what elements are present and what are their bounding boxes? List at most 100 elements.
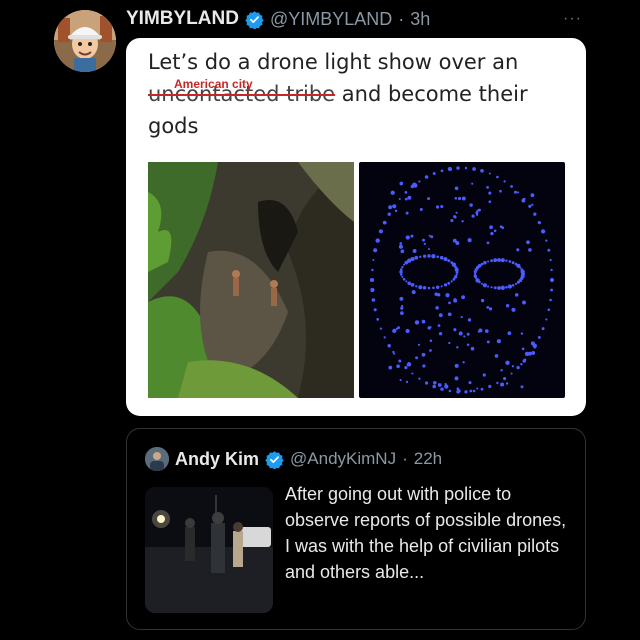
drone-light-dot xyxy=(410,257,415,262)
drone-light-dot xyxy=(500,258,505,263)
drone-light-dot xyxy=(494,354,499,358)
drone-light-dot xyxy=(455,241,460,246)
drone-light-dot xyxy=(439,255,444,260)
post-timestamp[interactable]: 3h xyxy=(410,9,430,30)
drone-light-dot xyxy=(486,186,489,189)
drone-light-dot xyxy=(407,281,411,286)
drone-light-dot xyxy=(440,169,444,173)
drone-light-dot xyxy=(414,255,419,260)
drone-light-dot xyxy=(415,285,418,288)
drone-light-show-face xyxy=(359,162,565,398)
drone-light-dot xyxy=(433,381,437,385)
drone-light-dot xyxy=(493,229,497,233)
drone-light-dot xyxy=(514,293,519,297)
drone-light-dot xyxy=(458,196,462,201)
drone-light-dot xyxy=(490,286,493,289)
drone-light-dot xyxy=(392,328,397,334)
drone-light-dot xyxy=(470,346,475,351)
drone-light-dot xyxy=(399,296,404,301)
drone-light-dot xyxy=(411,290,416,295)
drone-light-dot xyxy=(435,205,440,209)
drone-light-dot xyxy=(394,209,398,213)
drone-light-dot xyxy=(500,368,503,372)
drone-light-dot xyxy=(499,189,502,193)
author-handle[interactable]: @YIMBYLAND xyxy=(270,9,392,30)
drone-light-dot xyxy=(486,306,490,309)
quoted-author-name[interactable]: Andy Kim xyxy=(175,449,259,470)
drone-light-dot xyxy=(453,328,457,332)
drone-light-dot xyxy=(550,288,554,292)
drone-light-dot xyxy=(410,283,415,287)
post-header: YIMBYLAND @YIMBYLAND · 3h xyxy=(126,6,430,32)
drone-light-dot xyxy=(505,259,508,262)
drone-light-dot xyxy=(401,265,404,269)
drone-light-dot xyxy=(447,259,451,263)
drone-light-dot xyxy=(429,339,433,343)
drone-light-dot xyxy=(405,211,409,215)
drone-light-dot xyxy=(507,331,512,336)
drone-light-dot xyxy=(392,204,397,209)
night-photo-people-roadside[interactable] xyxy=(145,487,273,613)
drone-light-dot xyxy=(412,182,417,187)
drone-light-dot xyxy=(468,381,472,385)
drone-light-dot xyxy=(456,346,459,349)
drone-light-dot xyxy=(533,346,537,349)
drone-light-dot xyxy=(478,328,483,333)
author-display-name[interactable]: YIMBYLAND xyxy=(126,8,239,30)
drone-light-dot xyxy=(400,249,405,254)
drone-light-dot xyxy=(476,213,479,216)
drone-light-dot xyxy=(438,313,443,318)
drone-light-dot xyxy=(429,349,432,352)
drone-light-dot xyxy=(511,307,516,312)
drone-light-dot xyxy=(419,255,422,258)
meme-line-3: gods xyxy=(148,114,199,138)
quoted-post[interactable]: Andy Kim @AndyKimNJ · 22h After going ou… xyxy=(126,428,586,630)
drone-light-dot xyxy=(547,308,551,312)
drone-light-dot xyxy=(461,196,466,201)
author-avatar[interactable] xyxy=(54,10,116,72)
drone-light-dot xyxy=(400,268,403,271)
drone-light-dot xyxy=(499,225,503,229)
drone-light-dot xyxy=(516,280,520,284)
drone-light-dot xyxy=(497,286,501,290)
drone-light-dot xyxy=(521,347,525,351)
quoted-post-timestamp[interactable]: 22h xyxy=(414,449,442,469)
meme-line-2: American city uncontacted tribe and becom… xyxy=(148,77,568,110)
drone-light-dot xyxy=(422,254,427,258)
drone-light-dot xyxy=(520,385,524,389)
meme-image[interactable]: Let’s do a drone light show over an Amer… xyxy=(126,38,586,416)
drone-light-dot xyxy=(454,363,459,368)
drone-light-dot xyxy=(423,242,426,246)
drone-light-dot xyxy=(522,300,526,305)
drone-light-dot xyxy=(516,248,520,252)
drone-light-dot xyxy=(445,293,450,298)
drone-light-dot xyxy=(453,215,457,219)
drone-light-dot xyxy=(421,352,426,357)
drone-light-dot xyxy=(476,387,479,390)
drone-light-dot xyxy=(431,254,436,259)
drone-light-dot xyxy=(500,382,505,387)
drone-light-dot xyxy=(432,172,436,175)
verified-badge-icon xyxy=(245,10,264,30)
tweet[interactable]: YIMBYLAND @YIMBYLAND · 3h ··· Let’s do a… xyxy=(0,0,640,640)
drone-light-dot xyxy=(448,301,451,305)
drone-light-dot xyxy=(383,336,386,339)
meme-caption: Let’s do a drone light show over an Amer… xyxy=(148,46,568,142)
drone-light-dot xyxy=(496,339,501,344)
drone-light-dot xyxy=(493,258,498,263)
drone-light-dot xyxy=(471,214,475,218)
drone-light-dot xyxy=(448,389,452,393)
drone-light-dot xyxy=(531,350,536,355)
drone-light-dot xyxy=(530,193,535,198)
drone-light-dot xyxy=(370,287,375,293)
more-options-icon[interactable]: ··· xyxy=(563,10,582,28)
drone-light-dot xyxy=(524,351,530,357)
quoted-author-avatar[interactable] xyxy=(145,447,169,471)
drone-light-dot xyxy=(461,295,466,300)
quoted-author-handle[interactable]: @AndyKimNJ xyxy=(290,449,396,469)
drone-light-dot xyxy=(440,285,443,288)
drone-light-dot xyxy=(443,257,448,262)
drone-light-dot xyxy=(371,298,376,302)
drone-light-dot xyxy=(482,373,486,377)
drone-light-dot xyxy=(488,384,492,389)
